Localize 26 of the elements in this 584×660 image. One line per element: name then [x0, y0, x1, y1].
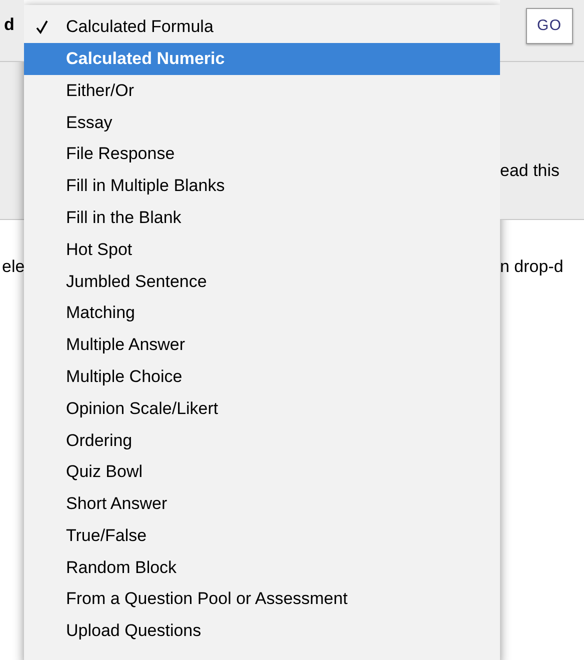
text-fragment: ele: [2, 257, 25, 276]
menu-item[interactable]: File Response: [24, 138, 500, 170]
menu-item[interactable]: Opinion Scale/Likert: [24, 392, 500, 424]
menu-item[interactable]: Multiple Choice: [24, 360, 500, 393]
menu-item[interactable]: Upload Questions: [24, 615, 500, 647]
menu-item[interactable]: Ordering: [24, 424, 500, 456]
text-fragment: n drop-d: [500, 257, 564, 276]
menu-item[interactable]: Quiz Bowl: [24, 456, 500, 488]
menu-item[interactable]: Fill in the Blank: [24, 202, 500, 234]
menu-item[interactable]: Calculated Formula: [24, 11, 500, 43]
menu-item[interactable]: From a Question Pool or Assessment: [24, 583, 500, 616]
go-button[interactable]: GO: [526, 8, 573, 44]
menu-item[interactable]: Calculated Numeric: [24, 42, 500, 75]
menu-item[interactable]: Hot Spot: [24, 234, 500, 266]
menu-item[interactable]: Matching: [24, 297, 500, 329]
menu-item[interactable]: Short Answer: [24, 488, 500, 520]
menu-item[interactable]: Jumbled Sentence: [24, 265, 500, 298]
checkmark-icon: [36, 20, 48, 34]
menu-item[interactable]: Fill in Multiple Blanks: [24, 170, 500, 202]
menu-item[interactable]: Essay: [24, 106, 500, 138]
menu-item[interactable]: True/False: [24, 520, 500, 552]
menu-item[interactable]: Multiple Answer: [24, 328, 500, 361]
menu-item[interactable]: Random Block: [24, 552, 500, 584]
label-fragment: d: [4, 15, 14, 34]
menu-item[interactable]: Either/Or: [24, 74, 500, 106]
instructions-fragment: ead this: [500, 161, 560, 180]
